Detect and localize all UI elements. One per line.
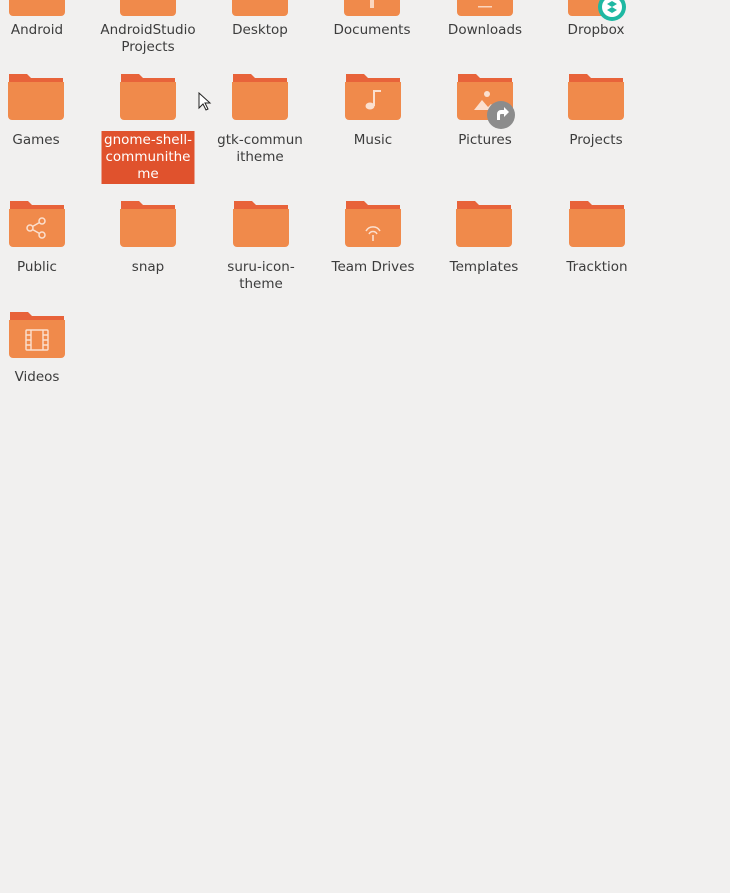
folder-tracktion[interactable]: Tracktion [541, 195, 653, 285]
folder-icon [343, 0, 401, 24]
folder-icon [455, 195, 513, 249]
folder-snap[interactable]: snap [92, 195, 204, 285]
folder-label: Templates [449, 259, 519, 275]
folder-public[interactable]: Public [0, 195, 93, 285]
folder-gtk-communitheme[interactable]: gtk-communitheme [204, 68, 316, 188]
folder-icon [232, 195, 290, 249]
folder-label: Documents [333, 22, 411, 38]
folder-label-selected: gnome-shell-communitheme [101, 131, 195, 184]
folder-label: Tracktion [566, 259, 628, 275]
folder-icon [567, 68, 625, 122]
folder-downloads[interactable]: Downloads [429, 0, 541, 50]
folder-team-drives[interactable]: Team Drives [317, 195, 429, 285]
folder-icon [231, 68, 289, 122]
folder-label: Pictures [458, 132, 512, 148]
folder-label: Android [10, 22, 64, 38]
folder-label: Downloads [447, 22, 523, 38]
folder-androidstudioprojects[interactable]: AndroidStudioProjects [92, 0, 204, 60]
folder-label: Games [12, 132, 60, 148]
folder-suru-icon-theme[interactable]: suru-icon-theme [205, 195, 317, 305]
folder-label: AndroidStudioProjects [100, 22, 196, 55]
folder-label: Public [17, 259, 57, 275]
folder-pictures[interactable]: Pictures [429, 68, 541, 158]
folder-icon [456, 0, 514, 24]
folder-gnome-shell-communitheme[interactable]: gnome-shell-communitheme [92, 68, 204, 188]
folder-label: Dropbox [567, 22, 625, 38]
folder-icon [344, 68, 402, 122]
folder-icon [567, 0, 626, 24]
folder-icon [8, 0, 66, 24]
folder-android[interactable]: Android [0, 0, 93, 50]
folder-games[interactable]: Games [0, 68, 92, 158]
dropbox-badge-icon [598, 0, 626, 21]
folder-label: snap [131, 259, 165, 275]
folder-dropbox[interactable]: Dropbox [540, 0, 652, 50]
folder-label: suru-icon-theme [227, 259, 295, 292]
folder-icon [7, 68, 65, 122]
file-icon-view[interactable]: Android AndroidStudioProjects Desktop Do… [0, 0, 730, 893]
folder-icon [8, 195, 66, 249]
folder-icon [119, 195, 177, 249]
symlink-emblem-icon [487, 101, 515, 129]
folder-projects[interactable]: Projects [540, 68, 652, 158]
folder-icon [456, 68, 515, 129]
folder-label: Music [353, 132, 393, 148]
folder-music[interactable]: Music [317, 68, 429, 158]
folder-icon [568, 195, 626, 249]
folder-label: gtk-communitheme [217, 132, 303, 165]
folder-desktop[interactable]: Desktop [204, 0, 316, 50]
folder-icon [231, 0, 289, 24]
folder-documents[interactable]: Documents [316, 0, 428, 50]
folder-icon [8, 306, 66, 360]
folder-label: Projects [569, 132, 623, 148]
folder-label: Videos [14, 369, 60, 385]
folder-icon [344, 195, 402, 249]
folder-icon [119, 0, 177, 24]
folder-icon [119, 68, 177, 122]
folder-templates[interactable]: Templates [428, 195, 540, 285]
folder-label: Team Drives [331, 259, 415, 275]
folder-label: Desktop [232, 22, 288, 38]
folder-videos[interactable]: Videos [0, 306, 93, 396]
mouse-pointer-icon [198, 91, 212, 116]
